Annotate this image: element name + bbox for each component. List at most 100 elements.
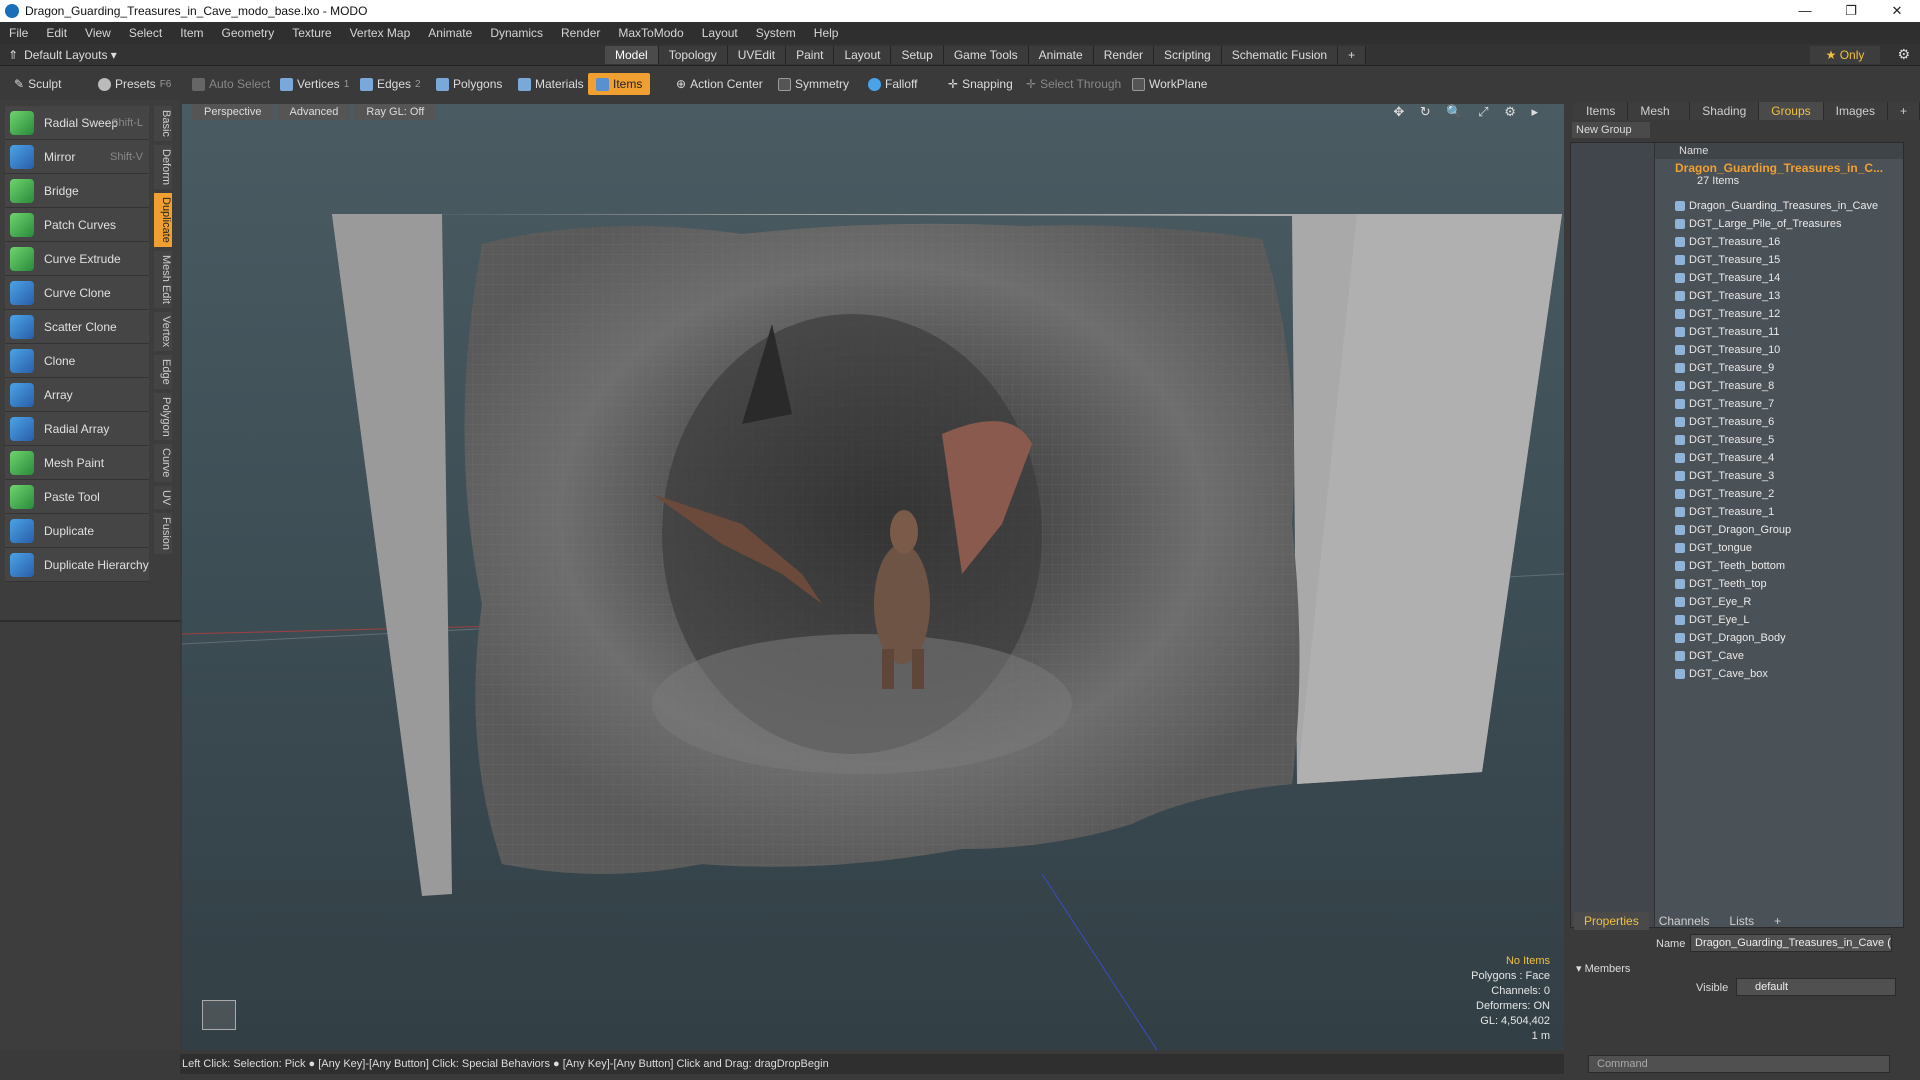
items-button[interactable]: Items bbox=[588, 73, 651, 95]
visible-dropdown[interactable]: default bbox=[1736, 978, 1896, 996]
list-item[interactable]: DGT_Treasure_4 bbox=[1675, 449, 1901, 467]
vtab-edge[interactable]: Edge bbox=[154, 354, 172, 389]
menu-view[interactable]: View bbox=[76, 22, 120, 44]
vtab-uv[interactable]: UV bbox=[154, 485, 172, 510]
vtab-polygon[interactable]: Polygon bbox=[154, 392, 172, 441]
group-item[interactable]: Dragon_Guarding_Treasures_in_C... 27 Ite… bbox=[1675, 161, 1901, 187]
tab-animate[interactable]: Animate bbox=[1028, 46, 1094, 64]
menu-layout[interactable]: Layout bbox=[693, 22, 747, 44]
tab-paint[interactable]: Paint bbox=[786, 46, 835, 64]
list-item[interactable]: DGT_Treasure_11 bbox=[1675, 323, 1901, 341]
menu-maxtomodo[interactable]: MaxToModo bbox=[609, 22, 692, 44]
action-center-button[interactable]: ⊕ Action Center bbox=[668, 73, 771, 95]
tab-schematic-fusion[interactable]: Schematic Fusion bbox=[1221, 46, 1339, 64]
tool-bridge[interactable]: Bridge bbox=[5, 174, 149, 208]
list-item[interactable]: Dragon_Guarding_Treasures_in_Cave bbox=[1675, 197, 1901, 215]
tab-channels[interactable]: Channels bbox=[1649, 912, 1720, 930]
tool-clone[interactable]: Clone bbox=[5, 344, 149, 378]
list-item[interactable]: DGT_Dragon_Body bbox=[1675, 629, 1901, 647]
menu-file[interactable]: File bbox=[0, 22, 37, 44]
list-item[interactable]: DGT_Teeth_top bbox=[1675, 575, 1901, 593]
list-item[interactable]: DGT_Cave bbox=[1675, 647, 1901, 665]
tool-array[interactable]: Array bbox=[5, 378, 149, 412]
view-perspective-tab[interactable]: Perspective bbox=[192, 104, 274, 120]
menu-render[interactable]: Render bbox=[552, 22, 609, 44]
tab-items[interactable]: Items bbox=[1574, 102, 1629, 120]
tool-curve-extrude[interactable]: Curve Extrude bbox=[5, 242, 149, 276]
3d-viewport[interactable]: Perspective Advanced Ray GL: Off ✥ ↻ 🔍 ⤢… bbox=[182, 104, 1564, 1050]
falloff-button[interactable]: Falloff bbox=[860, 73, 925, 95]
new-group-button[interactable]: New Group bbox=[1572, 122, 1650, 138]
select-through-button[interactable]: ✛ Select Through bbox=[1018, 73, 1129, 95]
command-input[interactable]: Command bbox=[1588, 1055, 1890, 1073]
menu-edit[interactable]: Edit bbox=[37, 22, 76, 44]
list-item[interactable]: DGT_Teeth_bottom bbox=[1675, 557, 1901, 575]
menu-item[interactable]: Item bbox=[171, 22, 212, 44]
tab-layout[interactable]: Layout bbox=[834, 46, 892, 64]
add-tab-button[interactable]: + bbox=[1338, 46, 1367, 64]
tool-curve-clone[interactable]: Curve Clone bbox=[5, 276, 149, 310]
list-item[interactable]: DGT_Treasure_2 bbox=[1675, 485, 1901, 503]
menu-texture[interactable]: Texture bbox=[283, 22, 340, 44]
tab-shading[interactable]: Shading bbox=[1690, 102, 1760, 120]
vtab-fusion[interactable]: Fusion bbox=[154, 513, 172, 555]
menu-geometry[interactable]: Geometry bbox=[213, 22, 284, 44]
list-item[interactable]: DGT_Treasure_7 bbox=[1675, 395, 1901, 413]
tab-scripting[interactable]: Scripting bbox=[1154, 46, 1222, 64]
tab-properties[interactable]: Properties bbox=[1574, 912, 1649, 930]
symmetry-button[interactable]: Symmetry bbox=[770, 73, 857, 95]
only-toggle[interactable]: ★ Only bbox=[1810, 46, 1880, 64]
tool-patch-curves[interactable]: Patch Curves bbox=[5, 208, 149, 242]
list-item[interactable]: DGT_Treasure_5 bbox=[1675, 431, 1901, 449]
polygons-button[interactable]: Polygons bbox=[428, 73, 510, 95]
vertices-button[interactable]: Vertices 1 bbox=[272, 73, 357, 95]
tab-mesh[interactable]: Mesh ... bbox=[1628, 102, 1691, 136]
list-item[interactable]: DGT_tongue bbox=[1675, 539, 1901, 557]
list-item[interactable]: DGT_Treasure_6 bbox=[1675, 413, 1901, 431]
ray-gl-toggle[interactable]: Ray GL: Off bbox=[354, 104, 437, 120]
members-section[interactable]: ▾ Members bbox=[1576, 962, 1630, 975]
vtab-mesh-edit[interactable]: Mesh Edit bbox=[154, 250, 172, 308]
tab-game-tools[interactable]: Game Tools bbox=[943, 46, 1029, 64]
menu-help[interactable]: Help bbox=[805, 22, 848, 44]
list-item[interactable]: DGT_Treasure_15 bbox=[1675, 251, 1901, 269]
list-item[interactable]: DGT_Treasure_1 bbox=[1675, 503, 1901, 521]
list-item[interactable]: DGT_Treasure_3 bbox=[1675, 467, 1901, 485]
tab-lists[interactable]: Lists bbox=[1719, 912, 1764, 930]
menu-system[interactable]: System bbox=[747, 22, 805, 44]
tool-mirror[interactable]: Mirror Shift-V bbox=[5, 140, 149, 174]
vtab-duplicate[interactable]: Duplicate bbox=[154, 192, 172, 247]
tool-radial-sweep[interactable]: Radial Sweep Shift-L bbox=[5, 106, 149, 140]
workplane-button[interactable]: WorkPlane bbox=[1124, 73, 1215, 95]
list-item[interactable]: DGT_Eye_R bbox=[1675, 593, 1901, 611]
list-item[interactable]: DGT_Treasure_16 bbox=[1675, 233, 1901, 251]
minimize-button[interactable]: — bbox=[1782, 0, 1828, 22]
tool-scatter-clone[interactable]: Scatter Clone bbox=[5, 310, 149, 344]
list-item[interactable]: DGT_Treasure_9 bbox=[1675, 359, 1901, 377]
list-item[interactable]: DGT_Treasure_12 bbox=[1675, 305, 1901, 323]
list-item[interactable]: DGT_Treasure_8 bbox=[1675, 377, 1901, 395]
materials-button[interactable]: Materials bbox=[510, 73, 592, 95]
vtab-basic[interactable]: Basic bbox=[154, 106, 172, 141]
list-item[interactable]: DGT_Cave_box bbox=[1675, 665, 1901, 683]
vtab-curve[interactable]: Curve bbox=[154, 444, 172, 482]
close-button[interactable]: ✕ bbox=[1874, 0, 1920, 22]
tool-radial-array[interactable]: Radial Array bbox=[5, 412, 149, 446]
tool-duplicate[interactable]: Duplicate bbox=[5, 514, 149, 548]
visibility-columns[interactable] bbox=[1571, 143, 1655, 927]
vtab-deform[interactable]: Deform bbox=[154, 144, 172, 189]
tab-model[interactable]: Model bbox=[605, 46, 659, 64]
gear-icon[interactable]: ⚙ bbox=[1897, 46, 1910, 63]
add-props-tab-button[interactable]: + bbox=[1764, 912, 1791, 930]
add-panel-tab-button[interactable]: + bbox=[1887, 102, 1920, 120]
list-item[interactable]: DGT_Large_Pile_of_Treasures bbox=[1675, 215, 1901, 233]
snapping-button[interactable]: ✛ Snapping bbox=[940, 73, 1021, 95]
group-name-field[interactable]: Dragon_Guarding_Treasures_in_Cave ( bbox=[1690, 934, 1892, 952]
edges-button[interactable]: Edges 2 bbox=[352, 73, 429, 95]
list-item[interactable]: DGT_Treasure_10 bbox=[1675, 341, 1901, 359]
tool-paste[interactable]: Paste Tool bbox=[5, 480, 149, 514]
restore-button[interactable]: ❐ bbox=[1828, 0, 1874, 22]
tool-mesh-paint[interactable]: Mesh Paint bbox=[5, 446, 149, 480]
tab-uvedit[interactable]: UVEdit bbox=[727, 46, 787, 64]
auto-select-button[interactable]: Auto Select bbox=[184, 73, 278, 95]
